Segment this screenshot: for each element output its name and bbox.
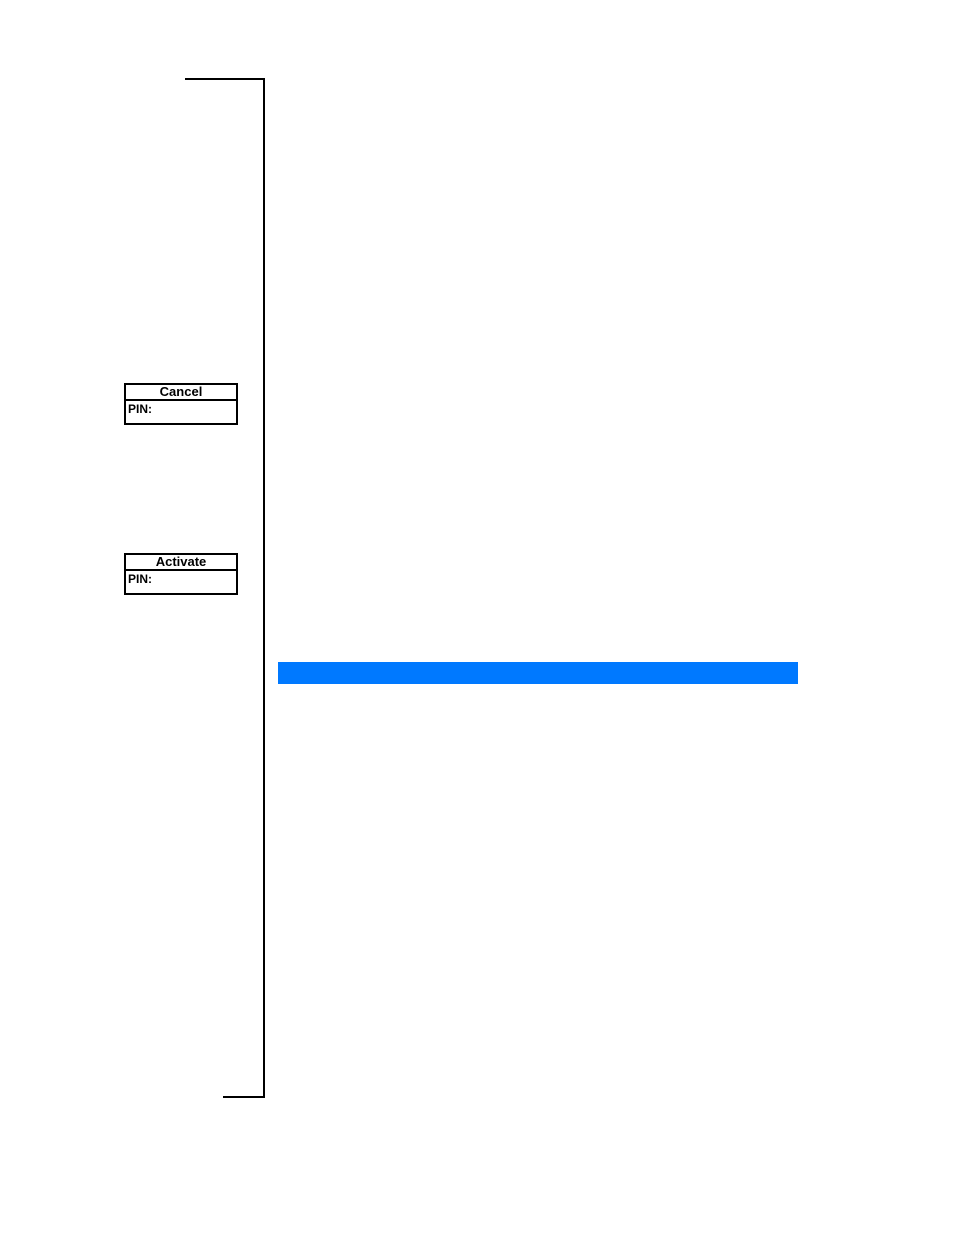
bracket-bottom-line <box>223 1096 265 1098</box>
activate-pin-label: PIN: <box>128 571 152 587</box>
highlight-bar <box>278 662 798 684</box>
bracket-vertical-line <box>263 78 265 1098</box>
cancel-box-header: Cancel <box>126 385 236 401</box>
cancel-box-body: PIN: <box>126 401 236 423</box>
cancel-pin-label: PIN: <box>128 401 152 417</box>
bracket-top-line <box>185 78 265 80</box>
cancel-pin-box: Cancel PIN: <box>124 383 238 425</box>
activate-box-header: Activate <box>126 555 236 571</box>
activate-box-body: PIN: <box>126 571 236 593</box>
activate-pin-box: Activate PIN: <box>124 553 238 595</box>
